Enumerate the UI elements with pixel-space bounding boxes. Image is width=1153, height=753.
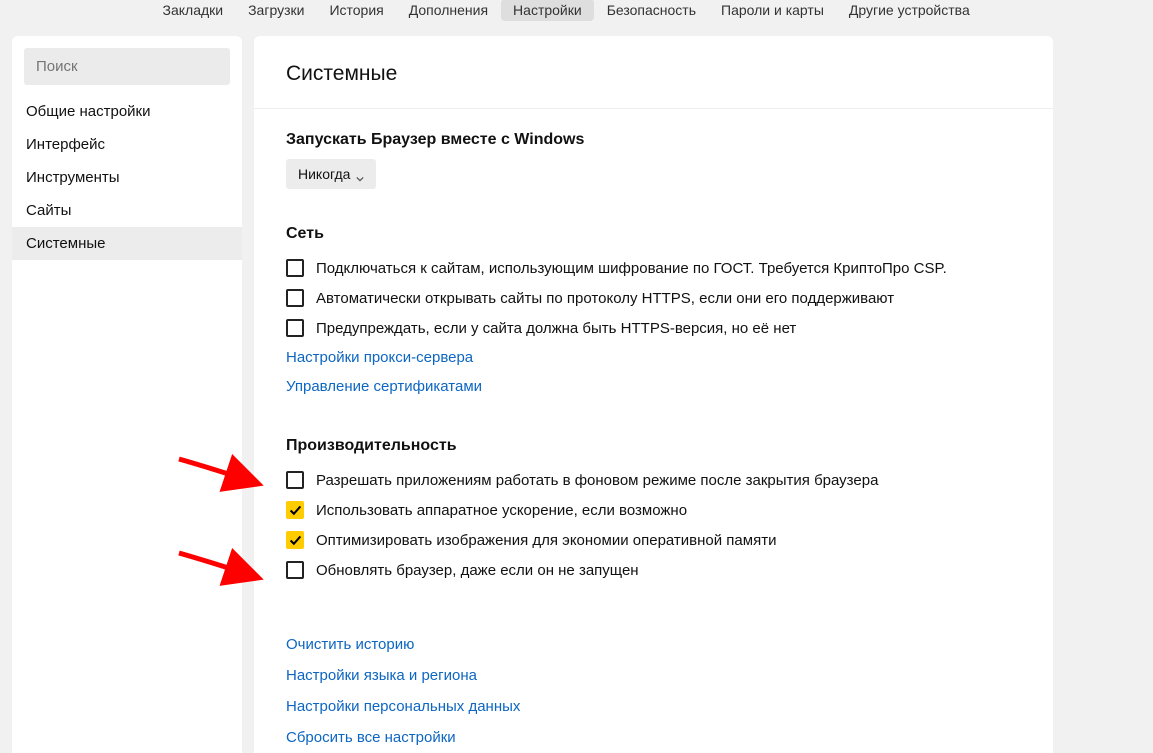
sidebar: Общие настройки Интерфейс Инструменты Са… [12, 36, 242, 753]
sidebar-item-tools[interactable]: Инструменты [12, 161, 242, 194]
sidebar-item-system[interactable]: Системные [12, 227, 242, 260]
top-tab-passwords[interactable]: Пароли и карты [709, 0, 837, 21]
link-lang-region[interactable]: Настройки языка и региона [286, 660, 477, 691]
checkbox-label: Разрешать приложениям работать в фоновом… [316, 472, 878, 489]
layout: Общие настройки Интерфейс Инструменты Са… [0, 28, 1065, 753]
checkbox-hw-accel[interactable] [286, 501, 304, 519]
sidebar-item-general[interactable]: Общие настройки [12, 95, 242, 128]
footer-links: Очистить историю Настройки языка и регио… [286, 629, 1021, 753]
checkbox-gost[interactable] [286, 259, 304, 277]
check-row: Подключаться к сайтам, использующим шифр… [286, 253, 1021, 283]
top-tab-settings[interactable]: Настройки [501, 0, 595, 21]
search-box [24, 48, 230, 85]
checkbox-label: Подключаться к сайтам, использующим шифр… [316, 260, 947, 277]
network-heading: Сеть [286, 225, 1021, 243]
startup-dropdown[interactable]: Никогда [286, 159, 376, 189]
performance-heading: Производительность [286, 437, 1021, 455]
checkbox-optimize-images[interactable] [286, 531, 304, 549]
sidebar-item-interface[interactable]: Интерфейс [12, 128, 242, 161]
sidebar-item-sites[interactable]: Сайты [12, 194, 242, 227]
divider [254, 108, 1053, 109]
check-row: Разрешать приложениям работать в фоновом… [286, 465, 1021, 495]
checkbox-https-auto[interactable] [286, 289, 304, 307]
top-tab-history[interactable]: История [317, 0, 396, 21]
page-title: Системные [286, 62, 1021, 86]
check-row: Оптимизировать изображения для экономии … [286, 525, 1021, 555]
link-personal-data[interactable]: Настройки персональных данных [286, 691, 520, 722]
checkbox-label: Обновлять браузер, даже если он не запущ… [316, 562, 639, 579]
chevron-down-icon [356, 170, 364, 178]
check-row: Предупреждать, если у сайта должна быть … [286, 313, 1021, 343]
checkbox-background-apps[interactable] [286, 471, 304, 489]
checkbox-https-warn[interactable] [286, 319, 304, 337]
link-clear-history[interactable]: Очистить историю [286, 629, 414, 660]
performance-section: Производительность Разрешать приложениям… [286, 437, 1021, 585]
top-tabs: Закладки Загрузки История Дополнения Нас… [150, 0, 1093, 28]
link-proxy[interactable]: Настройки прокси-сервера [286, 343, 473, 372]
startup-heading: Запускать Браузер вместе с Windows [286, 131, 1021, 149]
checkbox-update-closed[interactable] [286, 561, 304, 579]
check-row: Использовать аппаратное ускорение, если … [286, 495, 1021, 525]
search-input[interactable] [24, 48, 230, 85]
checkbox-label: Использовать аппаратное ускорение, если … [316, 502, 687, 519]
startup-dropdown-value: Никогда [298, 166, 350, 182]
top-tab-addons[interactable]: Дополнения [396, 0, 500, 21]
top-tab-bookmarks[interactable]: Закладки [150, 0, 236, 21]
checkbox-label: Автоматически открывать сайты по протоко… [316, 290, 894, 307]
check-row: Автоматически открывать сайты по протоко… [286, 283, 1021, 313]
checkbox-label: Оптимизировать изображения для экономии … [316, 532, 776, 549]
top-tab-security[interactable]: Безопасность [594, 0, 708, 21]
check-row: Обновлять браузер, даже если он не запущ… [286, 555, 1021, 585]
link-reset-all[interactable]: Сбросить все настройки [286, 722, 456, 753]
link-certs[interactable]: Управление сертификатами [286, 372, 482, 401]
main-panel: Системные Запускать Браузер вместе с Win… [254, 36, 1053, 753]
network-section: Сеть Подключаться к сайтам, использующим… [286, 225, 1021, 401]
top-tab-downloads[interactable]: Загрузки [236, 0, 317, 21]
top-tab-devices[interactable]: Другие устройства [836, 0, 982, 21]
checkbox-label: Предупреждать, если у сайта должна быть … [316, 320, 796, 337]
